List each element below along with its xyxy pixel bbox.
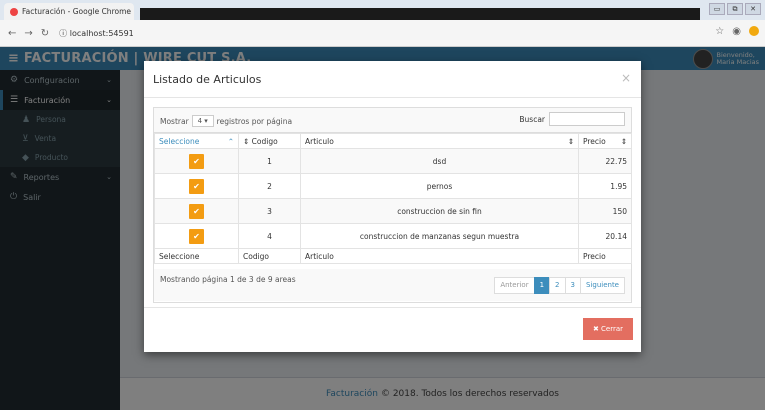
forward-arrow-icon[interactable]: → bbox=[24, 28, 32, 39]
select-cell: ✔ bbox=[154, 173, 239, 199]
codigo-cell: 1 bbox=[238, 148, 301, 174]
articles-table: Seleccione ⌃ ⇕ Codigo Articulo ⇕ Precio ⇕ ✔… bbox=[154, 133, 632, 264]
select-cell: ✔ bbox=[154, 148, 239, 174]
header-label: Codigo bbox=[251, 136, 278, 146]
reload-icon[interactable]: ↻ bbox=[41, 28, 49, 39]
table-controls: Mostrar 4 ▾ registros por página Buscar bbox=[154, 108, 631, 133]
table-footer-row: Seleccione Codigo Articulo Precio bbox=[154, 248, 632, 264]
search-label: Buscar bbox=[519, 114, 545, 124]
star-icon[interactable]: ☆ bbox=[715, 26, 724, 37]
show-suffix: registros por página bbox=[216, 116, 293, 126]
precio-cell: 20.14 bbox=[578, 223, 632, 249]
address-bar[interactable]: ⓘ localhost:54591 bbox=[59, 28, 134, 39]
pagination-page-2[interactable]: 2 bbox=[549, 277, 566, 294]
select-cell: ✔ bbox=[154, 223, 239, 249]
pagination-page-1[interactable]: 1 bbox=[533, 277, 551, 294]
sort-asc-icon: ⌃ bbox=[227, 136, 234, 146]
restore-button[interactable]: ⧉ bbox=[727, 3, 743, 15]
table-panel: Mostrar 4 ▾ registros por página Buscar … bbox=[153, 107, 632, 303]
back-arrow-icon[interactable]: ← bbox=[8, 28, 16, 39]
table-pagination-row: Mostrando página 1 de 3 de 9 areas Anter… bbox=[154, 269, 631, 301]
close-icon[interactable]: × bbox=[621, 71, 631, 85]
window-controls: ▭ ⧉ ✕ bbox=[709, 3, 761, 15]
sort-icon: ⇕ bbox=[243, 136, 252, 146]
show-prefix: Mostrar bbox=[160, 116, 189, 126]
modal-body: Mostrar 4 ▾ registros por página Buscar … bbox=[153, 107, 632, 303]
titlebar-strip bbox=[140, 8, 700, 20]
page-length-control: Mostrar 4 ▾ registros por página bbox=[160, 115, 292, 127]
table-info: Mostrando página 1 de 3 de 9 areas bbox=[160, 275, 296, 284]
footer-column-articulo: Articulo bbox=[300, 248, 579, 264]
codigo-cell: 3 bbox=[238, 198, 301, 224]
precio-cell: 22.75 bbox=[578, 148, 632, 174]
table-row: ✔ 4 construccion de manzanas segun muest… bbox=[154, 223, 632, 249]
search-input[interactable] bbox=[549, 112, 625, 126]
extension-icon[interactable] bbox=[749, 26, 759, 36]
select-check-button[interactable]: ✔ bbox=[189, 228, 204, 244]
browser-toolbar: ← → ↻ ⓘ localhost:54591 ☆ ◉ bbox=[0, 20, 765, 47]
codigo-cell: 4 bbox=[238, 223, 301, 249]
articulo-cell: pernos bbox=[300, 173, 579, 199]
articulo-cell: construccion de manzanas segun muestra bbox=[300, 223, 579, 249]
select-check-button[interactable]: ✔ bbox=[189, 153, 204, 169]
close-modal-button[interactable]: ✖ Cerrar bbox=[583, 318, 633, 340]
codigo-cell: 2 bbox=[238, 173, 301, 199]
profile-icon[interactable]: ◉ bbox=[732, 26, 741, 37]
table-row: ✔ 3 construccion de sin fin 150 bbox=[154, 198, 632, 224]
precio-cell: 1.95 bbox=[578, 173, 632, 199]
pagination-prev-button[interactable]: Anterior bbox=[494, 277, 535, 294]
footer-column-precio: Precio bbox=[578, 248, 632, 264]
pagination: Anterior 1 2 3 Siguiente bbox=[494, 277, 625, 294]
sort-icon: ⇕ bbox=[620, 136, 627, 146]
footer-column-codigo: Codigo bbox=[238, 248, 301, 264]
search-control: Buscar bbox=[519, 112, 625, 126]
column-header-codigo[interactable]: ⇕ Codigo bbox=[238, 133, 301, 149]
table-row: ✔ 2 pernos 1.95 bbox=[154, 173, 632, 199]
header-label: Precio bbox=[583, 136, 606, 146]
chrome-icon bbox=[10, 7, 18, 16]
column-header-seleccione[interactable]: Seleccione ⌃ bbox=[154, 133, 239, 149]
column-header-articulo[interactable]: Articulo ⇕ bbox=[300, 133, 579, 149]
pagination-page-3[interactable]: 3 bbox=[564, 277, 581, 294]
minimize-button[interactable]: ▭ bbox=[709, 3, 725, 15]
sort-icon: ⇕ bbox=[567, 136, 574, 146]
page-length-select[interactable]: 4 ▾ bbox=[191, 115, 214, 127]
tab-title: Facturación - Google Chrome bbox=[22, 7, 131, 16]
articulo-cell: dsd bbox=[300, 148, 579, 174]
url-text: localhost:54591 bbox=[69, 28, 134, 38]
select-check-button[interactable]: ✔ bbox=[189, 203, 204, 219]
articles-modal: Listado de Articulos × Mostrar 4 ▾ regis… bbox=[144, 61, 641, 352]
precio-cell: 150 bbox=[578, 198, 632, 224]
modal-header: Listado de Articulos × bbox=[144, 61, 641, 98]
select-check-button[interactable]: ✔ bbox=[189, 178, 204, 194]
modal-footer: ✖ Cerrar bbox=[144, 307, 641, 353]
header-label: Articulo bbox=[305, 136, 334, 146]
modal-title: Listado de Articulos bbox=[153, 73, 262, 86]
column-header-precio[interactable]: Precio ⇕ bbox=[578, 133, 632, 149]
header-label: Seleccione bbox=[159, 136, 200, 146]
table-header-row: Seleccione ⌃ ⇕ Codigo Articulo ⇕ Precio ⇕ bbox=[154, 133, 632, 149]
table-row: ✔ 1 dsd 22.75 bbox=[154, 148, 632, 174]
select-cell: ✔ bbox=[154, 198, 239, 224]
footer-column-seleccione: Seleccione bbox=[154, 248, 239, 264]
browser-titlebar: Facturación - Google Chrome ▭ ⧉ ✕ bbox=[0, 0, 765, 20]
browser-tab[interactable]: Facturación - Google Chrome bbox=[4, 3, 134, 20]
pagination-next-button[interactable]: Siguiente bbox=[579, 277, 625, 294]
close-window-button[interactable]: ✕ bbox=[745, 3, 761, 15]
articulo-cell: construccion de sin fin bbox=[300, 198, 579, 224]
